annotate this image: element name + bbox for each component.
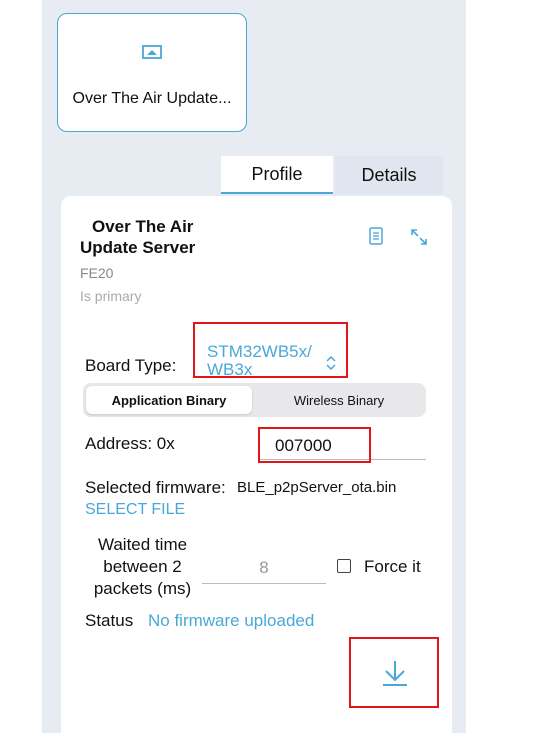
board-type-label: Board Type: <box>85 356 177 375</box>
address-label: Address: 0x <box>85 434 175 453</box>
selected-firmware-label: Selected firmware: <box>85 478 226 497</box>
document-icon[interactable] <box>369 227 383 245</box>
service-title: Over The Air <box>92 217 194 236</box>
segment-application-binary[interactable]: Application Binary <box>86 386 252 414</box>
highlight-address <box>258 427 371 463</box>
service-card-ota[interactable]: Over The Air Update... <box>57 13 247 132</box>
tab-profile[interactable]: Profile <box>221 156 333 194</box>
service-title-line2: Update Server <box>80 238 196 257</box>
selected-firmware-name: BLE_p2pServer_ota.bin <box>237 479 397 496</box>
status-value: No firmware uploaded <box>148 611 315 630</box>
highlight-board-type <box>193 322 348 378</box>
status-label: Status <box>85 611 134 630</box>
select-file-button[interactable]: SELECT FILE <box>85 501 185 519</box>
wait-time-label-line2: between 2 <box>103 557 182 576</box>
wait-time-label-line3: packets (ms) <box>93 579 192 598</box>
service-primary: Is primary <box>80 288 142 304</box>
service-card-label: Over The Air Update... <box>72 90 232 107</box>
tab-details[interactable]: Details <box>335 156 443 194</box>
wait-time-input[interactable]: 8 <box>202 554 326 584</box>
binary-type-segment: Application Binary Wireless Binary <box>83 383 426 417</box>
highlight-download <box>349 637 439 708</box>
service-uuid: FE20 <box>80 265 114 281</box>
force-it-checkbox[interactable] <box>337 559 351 573</box>
segment-wireless-binary[interactable]: Wireless Binary <box>255 386 423 414</box>
upload-box-icon <box>142 45 162 59</box>
expand-icon[interactable] <box>410 228 428 246</box>
wait-time-label-line1: Waited time <box>97 535 188 554</box>
wait-time-label: Waited time between 2 packets (ms) <box>85 534 200 600</box>
force-it-label[interactable]: Force it <box>364 557 421 577</box>
